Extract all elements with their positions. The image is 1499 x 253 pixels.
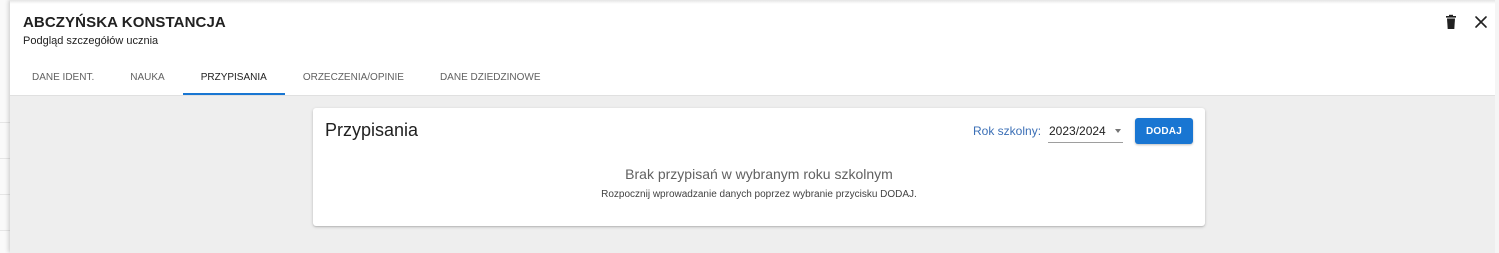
school-year-select[interactable]: 2023/2024	[1048, 119, 1123, 143]
background-divider	[0, 158, 10, 159]
empty-state-title: Brak przypisań w wybranym roku szkolnym	[625, 166, 893, 182]
background-divider	[0, 122, 10, 123]
student-details-panel: ABCZYŃSKA KONSTANCJA Podgląd szczegółów …	[10, 0, 1499, 253]
tab-nauka[interactable]: NAUKA	[112, 59, 182, 95]
close-icon[interactable]	[1473, 14, 1489, 30]
tab-dane-ident[interactable]: DANE IDENT.	[14, 59, 112, 95]
tab-bar: DANE IDENT. NAUKA PRZYPISANIA ORZECZENIA…	[14, 59, 559, 95]
scrollbar-track	[1495, 0, 1499, 253]
school-year-label: Rok szkolny:	[973, 124, 1042, 138]
background-page	[0, 0, 10, 253]
page-title: ABCZYŃSKA KONSTANCJA	[23, 14, 226, 31]
add-button[interactable]: DODAJ	[1135, 118, 1193, 144]
background-divider	[0, 194, 10, 195]
tab-content-area: Przypisania Rok szkolny: 2023/2024 DODAJ…	[10, 95, 1499, 253]
card-title: Przypisania	[325, 120, 419, 140]
empty-state-description: Rozpocznij wprowadzanie danych poprzez w…	[601, 189, 917, 200]
school-year-value: 2023/2024	[1049, 123, 1106, 138]
background-divider	[0, 230, 10, 231]
panel-top-shadow	[10, 0, 1499, 4]
trash-icon[interactable]	[1443, 14, 1459, 30]
caret-down-icon	[1115, 129, 1121, 133]
tab-dane-dziedzinowe[interactable]: DANE DZIEDZINOWE	[422, 59, 559, 95]
tab-orzeczenia-opinie[interactable]: ORZECZENIA/OPINIE	[285, 59, 422, 95]
page-subtitle: Podgląd szczegółów ucznia	[23, 35, 159, 47]
tab-przypisania[interactable]: PRZYPISANIA	[182, 59, 285, 95]
assignments-card: Przypisania Rok szkolny: 2023/2024 DODAJ…	[313, 108, 1205, 226]
